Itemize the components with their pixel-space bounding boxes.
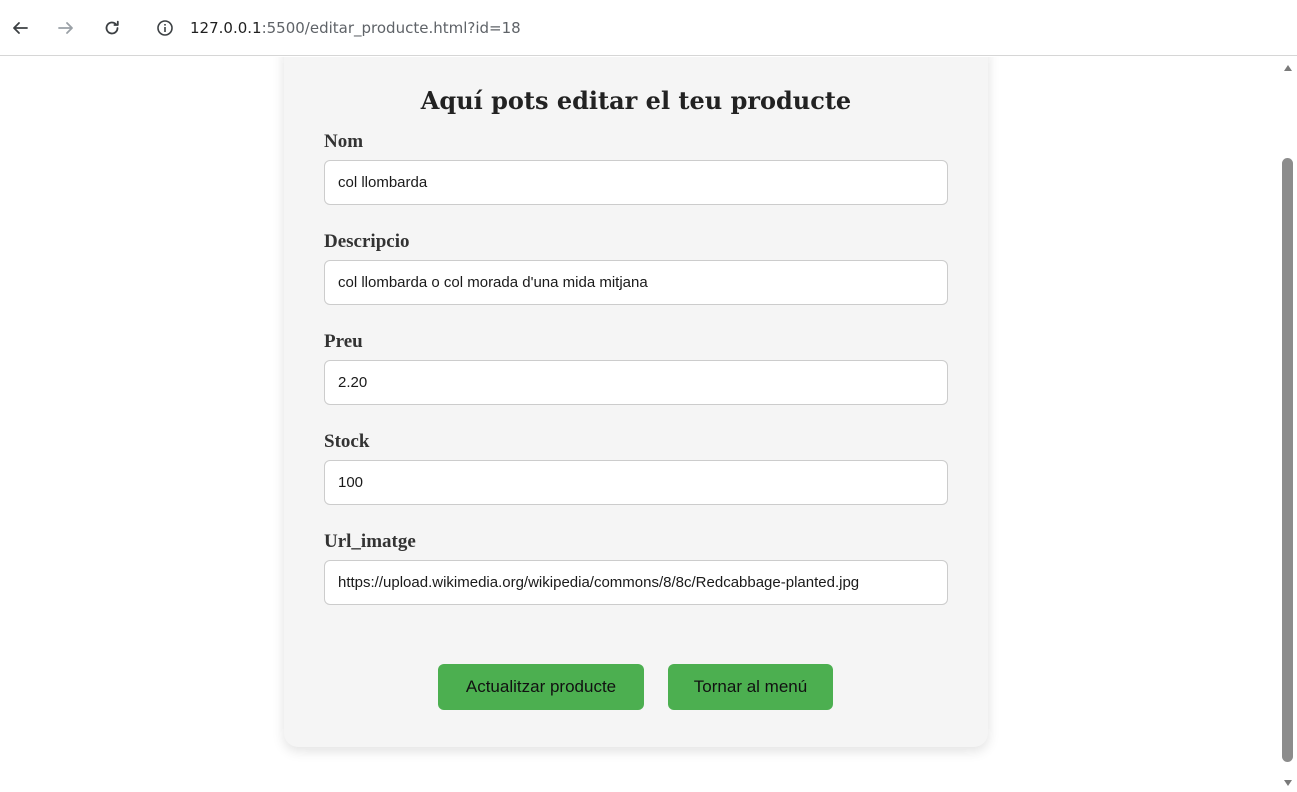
- back-button[interactable]: [6, 14, 34, 42]
- update-product-button[interactable]: Actualitzar producte: [438, 664, 644, 710]
- reload-button[interactable]: [98, 14, 126, 42]
- stock-input[interactable]: [324, 460, 948, 505]
- back-to-menu-button[interactable]: Tornar al menú: [668, 664, 833, 710]
- scroll-down-icon[interactable]: [1283, 778, 1293, 788]
- url-path: :5500/editar_producte.html?id=18: [261, 19, 521, 37]
- url-host: 127.0.0.1: [190, 19, 262, 37]
- page-title: Aquí pots editar el teu producte: [420, 86, 852, 115]
- name-input[interactable]: [324, 160, 948, 205]
- price-input[interactable]: [324, 360, 948, 405]
- arrow-left-icon: [13, 22, 28, 34]
- stock-label: Stock: [324, 431, 370, 452]
- scrollbar-thumb[interactable]: [1282, 158, 1293, 762]
- forward-button[interactable]: [52, 14, 80, 42]
- page-viewport: Aquí pots editar el teu producte Nom Des…: [0, 57, 1297, 792]
- info-icon[interactable]: [156, 19, 174, 37]
- edit-product-card: Aquí pots editar el teu producte Nom Des…: [284, 57, 988, 747]
- image-url-input[interactable]: [324, 560, 948, 605]
- browser-toolbar: 127.0.0.1:5500/editar_producte.html?id=1…: [0, 0, 1297, 56]
- address-bar[interactable]: 127.0.0.1:5500/editar_producte.html?id=1…: [144, 6, 1297, 50]
- price-label: Preu: [324, 331, 363, 352]
- vertical-scrollbar[interactable]: [1279, 57, 1297, 792]
- arrow-right-icon: [58, 22, 73, 34]
- reload-icon: [105, 20, 119, 35]
- description-input[interactable]: [324, 260, 948, 305]
- image-url-label: Url_imatge: [324, 531, 416, 552]
- name-label: Nom: [324, 131, 364, 152]
- description-label: Descripcio: [324, 231, 410, 252]
- scroll-up-icon[interactable]: [1283, 63, 1293, 73]
- url-text[interactable]: 127.0.0.1:5500/editar_producte.html?id=1…: [190, 18, 521, 38]
